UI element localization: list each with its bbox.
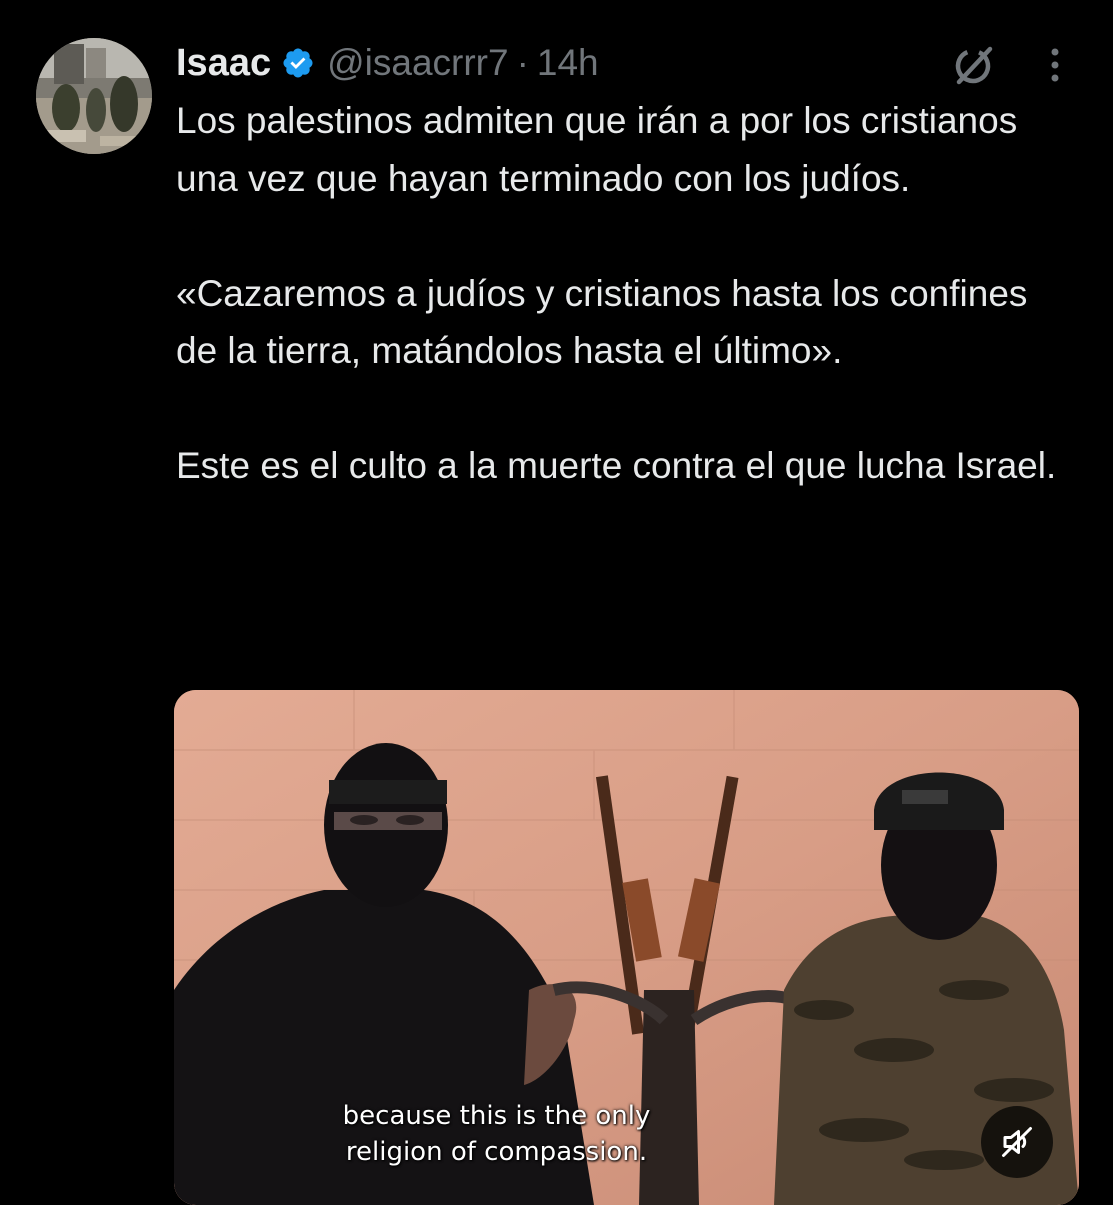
tweet-header: Isaac @isaacrrr7 · 14h <box>176 38 599 88</box>
video-subtitle: because this is the only religion of com… <box>174 1098 1079 1170</box>
tweet-text: Los palestinos admiten que irán a por lo… <box>176 92 1076 495</box>
verified-badge-icon <box>281 46 315 80</box>
tweet-paragraph: Este es el culto a la muerte contra el q… <box>176 445 1057 486</box>
tweet-paragraph: «Cazaremos a judíos y cristianos hasta l… <box>176 272 1028 372</box>
separator-dot: · <box>516 42 529 83</box>
more-options-icon[interactable] <box>1040 42 1070 88</box>
subtitle-line: because this is the only <box>342 1101 651 1131</box>
grok-icon[interactable] <box>950 42 996 88</box>
tweet-timestamp[interactable]: 14h <box>537 42 599 84</box>
avatar-image <box>36 38 152 154</box>
author-handle[interactable]: @isaacrrr7 <box>327 42 508 84</box>
mute-toggle-button[interactable] <box>981 1106 1053 1178</box>
author-name[interactable]: Isaac <box>176 42 271 85</box>
tweet-paragraph: Los palestinos admiten que irán a por lo… <box>176 100 1018 199</box>
avatar[interactable] <box>36 38 152 154</box>
subtitle-line: religion of compassion. <box>345 1137 648 1167</box>
video-player[interactable]: because this is the only religion of com… <box>174 690 1079 1205</box>
muted-speaker-icon <box>1002 1127 1032 1157</box>
